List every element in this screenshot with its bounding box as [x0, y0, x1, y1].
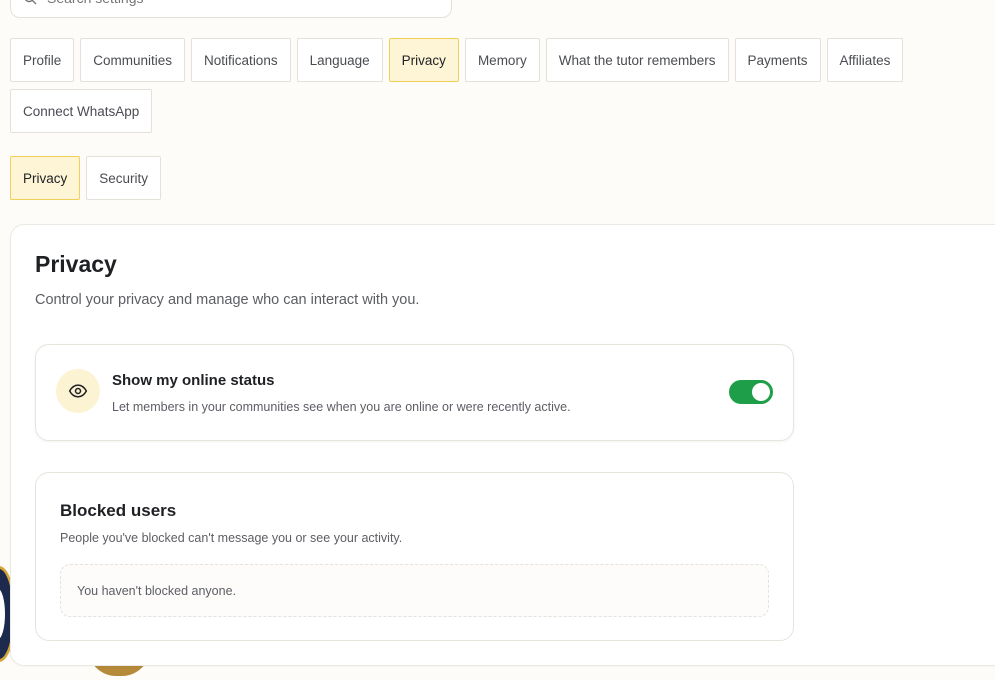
tab-affiliates[interactable]: Affiliates	[826, 38, 904, 82]
tab-payments[interactable]: Payments	[734, 38, 821, 82]
online-status-toggle[interactable]	[729, 380, 773, 404]
tab-communities[interactable]: Communities	[80, 38, 186, 82]
settings-page: Profile Communities Notifications Langua…	[0, 0, 995, 680]
search-icon	[24, 0, 37, 5]
tab-tutor-memory[interactable]: What the tutor remembers	[545, 38, 729, 82]
subtab-security[interactable]: Security	[86, 156, 162, 200]
page-description: Control your privacy and manage who can …	[35, 292, 420, 308]
subtab-privacy[interactable]: Privacy	[10, 156, 81, 200]
tab-connect-whatsapp[interactable]: Connect WhatsApp	[10, 89, 153, 133]
tab-language[interactable]: Language	[296, 38, 383, 82]
blocked-users-section: Blocked users People you've blocked can'…	[35, 472, 794, 641]
settings-tabs: Profile Communities Notifications Langua…	[10, 38, 904, 82]
blocked-users-title: Blocked users	[60, 501, 177, 520]
tab-profile[interactable]: Profile	[10, 38, 75, 82]
privacy-card: Privacy Control your privacy and manage …	[10, 224, 995, 666]
online-status-description: Let members in your communities see when…	[112, 400, 571, 414]
toggle-knob	[752, 383, 770, 401]
blocked-users-description: People you've blocked can't message you …	[60, 531, 403, 545]
tab-privacy[interactable]: Privacy	[388, 38, 459, 82]
search-box[interactable]	[10, 0, 452, 18]
eye-icon-badge	[56, 369, 100, 413]
tab-memory[interactable]: Memory	[464, 38, 540, 82]
online-status-title: Show my online status	[112, 372, 275, 389]
settings-tabs-row2: Connect WhatsApp	[10, 89, 153, 133]
page-title: Privacy	[35, 251, 117, 277]
tab-notifications[interactable]: Notifications	[191, 38, 291, 82]
blocked-users-empty-state: You haven't blocked anyone.	[60, 564, 769, 617]
online-status-setting: Show my online status Let members in you…	[35, 344, 794, 441]
search-input[interactable]	[47, 0, 228, 6]
privacy-subtabs: Privacy Security	[10, 156, 162, 200]
eye-icon	[68, 384, 88, 398]
